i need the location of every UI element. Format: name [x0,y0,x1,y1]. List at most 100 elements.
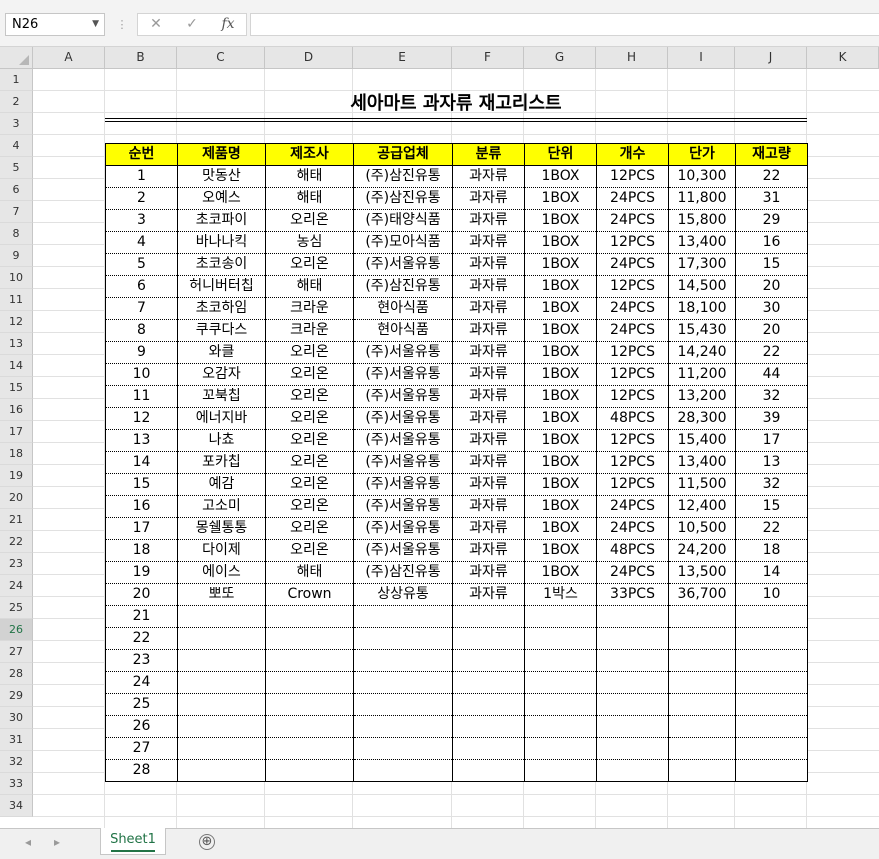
table-cell[interactable]: 48PCS [596,407,669,430]
table-cell[interactable]: 과자류 [452,165,525,188]
table-cell[interactable]: 23 [105,649,178,672]
table-cell[interactable] [265,693,354,716]
table-cell[interactable]: 13,400 [668,451,736,474]
table-cell[interactable] [668,671,736,694]
row-header[interactable]: 11 [0,289,33,311]
table-cell[interactable]: 15,400 [668,429,736,452]
table-cell[interactable]: 11,500 [668,473,736,496]
table-cell[interactable]: 32 [735,385,808,408]
table-cell[interactable]: 꼬북칩 [177,385,266,408]
table-cell[interactable]: 오리온 [265,495,354,518]
table-cell[interactable]: (주)서울유통 [353,429,453,452]
table-cell[interactable]: 10,300 [668,165,736,188]
table-cell[interactable] [177,649,266,672]
row-header[interactable]: 6 [0,179,33,201]
scroll-right-icon[interactable]: ▸ [54,835,60,849]
table-cell[interactable]: 31 [735,187,808,210]
row-header[interactable]: 23 [0,553,33,575]
table-cell[interactable] [353,605,453,628]
row-header[interactable]: 24 [0,575,33,597]
table-cell[interactable] [596,671,669,694]
column-header-f[interactable]: F [452,47,524,69]
name-box[interactable]: N26 ▼ [5,13,105,36]
table-cell[interactable]: 크라운 [265,297,354,320]
table-cell[interactable] [265,627,354,650]
row-header[interactable]: 26 [0,619,33,641]
table-cell[interactable]: 초코하임 [177,297,266,320]
table-cell[interactable]: 오리온 [265,341,354,364]
table-cell[interactable]: 24PCS [596,561,669,584]
table-cell[interactable]: 초코파이 [177,209,266,232]
table-cell[interactable] [177,627,266,650]
row-header[interactable]: 15 [0,377,33,399]
column-header-h[interactable]: H [596,47,668,69]
table-cell[interactable] [735,737,808,760]
table-cell[interactable]: 24PCS [596,297,669,320]
table-cell[interactable] [668,627,736,650]
table-cell[interactable]: 33PCS [596,583,669,606]
table-cell[interactable]: 12PCS [596,165,669,188]
table-cell[interactable] [353,649,453,672]
table-cell[interactable]: 쿠쿠다스 [177,319,266,342]
row-header[interactable]: 16 [0,399,33,421]
table-cell[interactable]: 14 [105,451,178,474]
table-cell[interactable]: 과자류 [452,297,525,320]
table-cell[interactable]: 1박스 [524,583,597,606]
table-cell[interactable]: 24PCS [596,253,669,276]
row-header[interactable]: 30 [0,707,33,729]
table-cell[interactable]: 오감자 [177,363,266,386]
table-cell[interactable]: 과자류 [452,363,525,386]
more-options-icon[interactable]: ⋮ [115,13,129,36]
table-cell[interactable] [265,605,354,628]
column-header-j[interactable]: J [735,47,807,69]
table-cell[interactable]: 12,400 [668,495,736,518]
table-cell[interactable]: 과자류 [452,517,525,540]
row-header[interactable]: 20 [0,487,33,509]
table-cell[interactable]: 22 [735,165,808,188]
table-cell[interactable]: 13,200 [668,385,736,408]
table-cell[interactable]: (주)서울유통 [353,473,453,496]
table-cell[interactable]: 18 [735,539,808,562]
row-header[interactable]: 2 [0,91,33,113]
table-cell[interactable]: 바나나킥 [177,231,266,254]
table-cell[interactable] [596,627,669,650]
table-cell[interactable] [596,649,669,672]
column-title[interactable]: 순번 [105,143,178,166]
table-cell[interactable] [177,737,266,760]
table-cell[interactable]: 11,800 [668,187,736,210]
table-cell[interactable] [177,693,266,716]
table-cell[interactable] [668,693,736,716]
table-cell[interactable]: 과자류 [452,209,525,232]
row-header[interactable]: 13 [0,333,33,355]
table-cell[interactable]: 27 [105,737,178,760]
table-cell[interactable]: 15,430 [668,319,736,342]
table-cell[interactable]: 해태 [265,165,354,188]
table-cell[interactable]: 17 [735,429,808,452]
table-cell[interactable]: 13,500 [668,561,736,584]
table-cell[interactable]: (주)서울유통 [353,253,453,276]
table-cell[interactable]: 12PCS [596,363,669,386]
table-cell[interactable]: 12PCS [596,451,669,474]
table-cell[interactable]: 현아식품 [353,319,453,342]
table-cell[interactable]: 농심 [265,231,354,254]
table-cell[interactable]: 허니버터칩 [177,275,266,298]
table-cell[interactable] [452,737,525,760]
table-cell[interactable]: 1BOX [524,363,597,386]
table-cell[interactable]: 1BOX [524,495,597,518]
table-cell[interactable] [177,715,266,738]
table-cell[interactable]: 12PCS [596,275,669,298]
table-cell[interactable]: 24PCS [596,517,669,540]
table-cell[interactable]: 12 [105,407,178,430]
table-cell[interactable]: 26 [105,715,178,738]
table-cell[interactable]: 21 [105,605,178,628]
table-cell[interactable]: 24PCS [596,187,669,210]
table-cell[interactable]: 1BOX [524,517,597,540]
table-cell[interactable]: 16 [105,495,178,518]
table-cell[interactable] [353,627,453,650]
table-cell[interactable]: 1BOX [524,429,597,452]
table-cell[interactable]: 포카칩 [177,451,266,474]
table-cell[interactable] [452,759,525,782]
column-title[interactable]: 재고량 [735,143,808,166]
column-header-c[interactable]: C [177,47,265,69]
table-cell[interactable] [668,737,736,760]
